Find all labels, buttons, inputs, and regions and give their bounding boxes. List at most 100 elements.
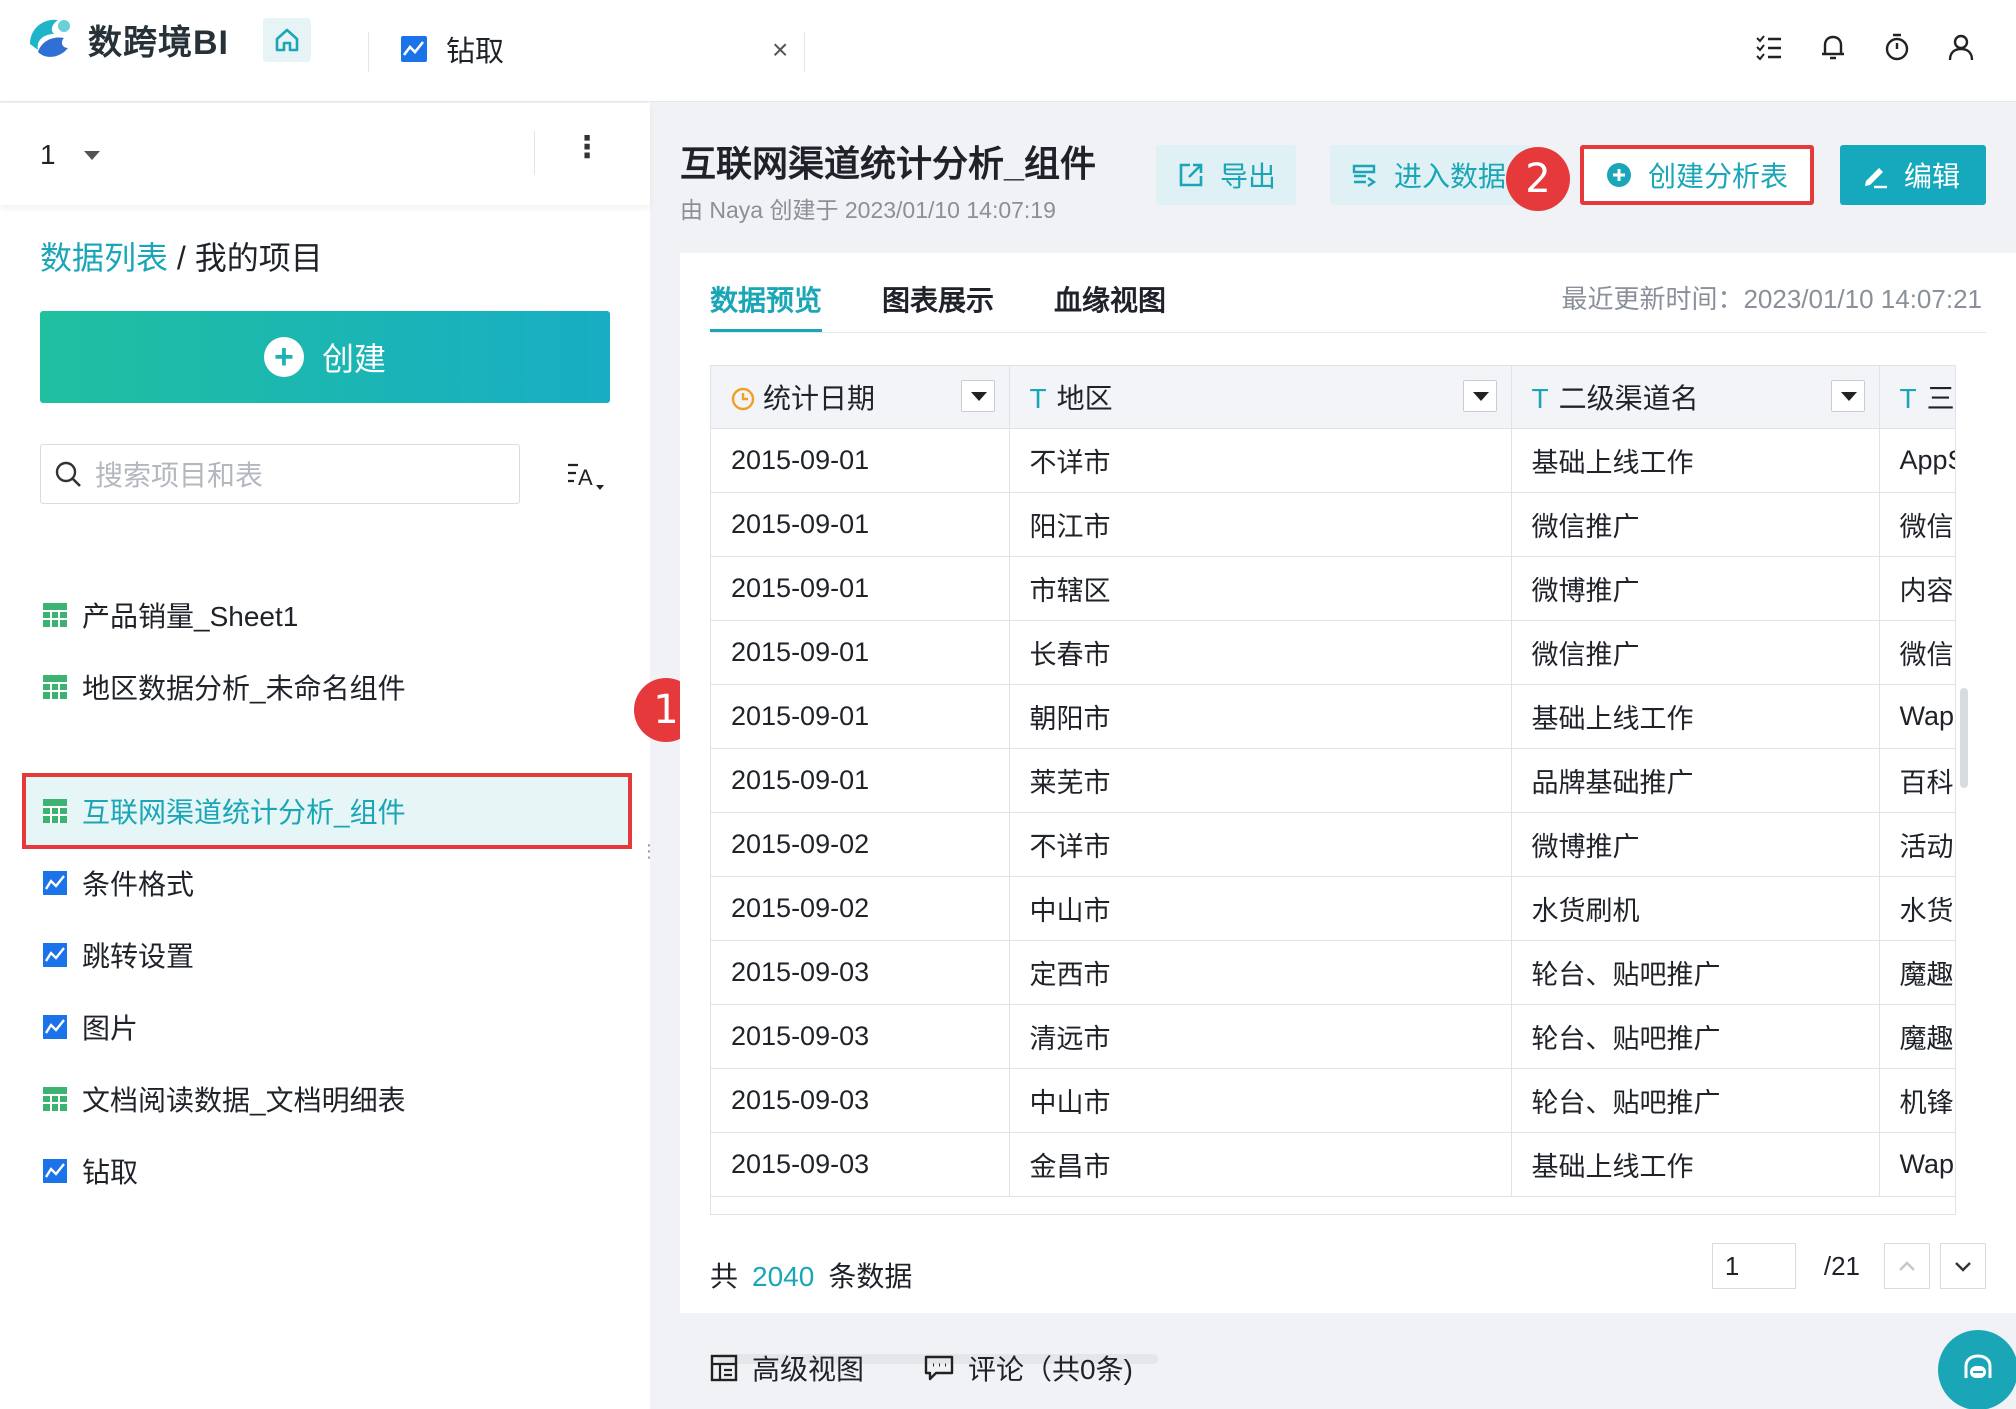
- table-row[interactable]: 2015-09-01 朝阳市 基础上线工作 Wap: [711, 684, 1955, 749]
- data-icon: [1352, 164, 1377, 187]
- close-tab-icon[interactable]: ×: [772, 36, 788, 64]
- chart-icon: [43, 943, 67, 967]
- table-row[interactable]: 2015-09-03 金昌市 基础上线工作 Wap: [711, 1132, 1955, 1197]
- table-cell: 微信: [1879, 620, 1955, 685]
- table-cell: 2015-09-01: [711, 620, 1010, 685]
- user-icon[interactable]: [1946, 32, 1976, 62]
- text-type-icon: T: [1029, 382, 1047, 414]
- table-cell: 2015-09-01: [711, 428, 1010, 493]
- list-item[interactable]: 跳转设置: [24, 919, 630, 991]
- svg-text:A: A: [578, 465, 593, 490]
- column-header-channel[interactable]: T 二级渠道名: [1511, 366, 1880, 429]
- export-label: 导出: [1220, 161, 1277, 192]
- column-header-date[interactable]: 统计日期: [711, 366, 1010, 429]
- table-cell: 朝阳市: [1009, 684, 1512, 749]
- plus-circle-icon: [1607, 163, 1631, 187]
- table-row[interactable]: 2015-09-02 中山市 水货刷机 水货: [711, 876, 1955, 941]
- more-vertical-icon[interactable]: ⋮: [572, 133, 602, 163]
- resize-handle[interactable]: ⋮: [640, 842, 658, 871]
- create-button[interactable]: + 创建: [40, 311, 610, 403]
- table-icon: [43, 675, 67, 699]
- edit-button[interactable]: 编辑: [1840, 145, 1986, 205]
- tab-data-preview[interactable]: 数据预览: [710, 253, 823, 333]
- list-item[interactable]: 图片: [24, 991, 630, 1063]
- table-row[interactable]: 2015-09-01 市辖区 微博推广 内容: [711, 556, 1955, 621]
- table-cell: 阳江市: [1009, 492, 1512, 557]
- search-input[interactable]: 搜索项目和表: [40, 444, 520, 504]
- create-analysis-label: 创建分析表: [1648, 161, 1789, 192]
- divider: [534, 131, 535, 175]
- table-cell: 机锋: [1879, 1068, 1955, 1133]
- table-header-row: 统计日期 T 地区 T 二级渠道名 T三: [711, 366, 1955, 429]
- list-item-active[interactable]: 互联网渠道统计分析_组件: [22, 773, 632, 849]
- list-item[interactable]: 条件格式: [24, 847, 630, 919]
- pagination: /21: [1711, 1243, 1986, 1289]
- list-item-label: 跳转设置: [82, 941, 195, 972]
- top-actions: [1754, 32, 1976, 62]
- tab-drill[interactable]: 钻取: [400, 28, 504, 70]
- chart-icon: [43, 871, 67, 895]
- next-page-button[interactable]: [1940, 1243, 1986, 1289]
- breadcrumb-data-list[interactable]: 数据列表: [40, 240, 168, 276]
- chat-icon: [1964, 1354, 1992, 1378]
- breadcrumb-separator: /: [168, 240, 195, 276]
- column-filter-dropdown[interactable]: [1462, 380, 1497, 412]
- table-cell: 不详市: [1009, 428, 1512, 493]
- enter-data-button[interactable]: 进入数据: [1330, 145, 1530, 205]
- top-bar: 数跨境BI 钻取 ×: [0, 0, 2016, 102]
- table-cell: 市辖区: [1009, 556, 1512, 621]
- table-row[interactable]: 2015-09-02 不详市 微博推广 活动: [711, 812, 1955, 877]
- table-row[interactable]: 2015-09-01 阳江市 微信推广 微信: [711, 492, 1955, 557]
- table-cell: 活动: [1879, 812, 1955, 877]
- chevron-up-icon: [1899, 1261, 1915, 1271]
- previous-page-button[interactable]: [1884, 1243, 1930, 1289]
- comments-button[interactable]: 评论（共0条): [924, 1348, 1133, 1388]
- chevron-down-icon[interactable]: [84, 151, 100, 160]
- project-selector[interactable]: 1: [40, 139, 56, 171]
- table-cell: 中山市: [1009, 1068, 1512, 1133]
- text-type-icon: T: [1531, 382, 1549, 414]
- timer-icon[interactable]: [1882, 32, 1912, 62]
- column-header-third[interactable]: T三: [1879, 366, 1955, 429]
- page-number-input[interactable]: [1711, 1243, 1796, 1289]
- table-cell: 不详市: [1009, 812, 1512, 877]
- table-row[interactable]: 2015-09-03 中山市 轮台、贴吧推广 机锋: [711, 1068, 1955, 1133]
- list-item[interactable]: 钻取: [24, 1135, 630, 1207]
- column-label: 二级渠道名: [1558, 382, 1699, 414]
- home-tab[interactable]: [263, 18, 311, 62]
- sort-icon[interactable]: A: [566, 459, 606, 495]
- table-cell: 基础上线工作: [1511, 1132, 1880, 1197]
- list-item[interactable]: 产品销量_Sheet1: [24, 579, 630, 651]
- tab-lineage-view[interactable]: 血缘视图: [1054, 253, 1166, 333]
- table-row[interactable]: 2015-09-01不详市基础上线工作AppS: [711, 428, 1955, 493]
- list-item[interactable]: 地区数据分析_未命名组件: [24, 651, 630, 723]
- table-row[interactable]: 2015-09-01 莱芜市 品牌基础推广 百科: [711, 748, 1955, 813]
- column-header-region[interactable]: T 地区: [1009, 366, 1512, 429]
- table-row[interactable]: 2015-09-03 清远市 轮台、贴吧推广 魔趣: [711, 1004, 1955, 1069]
- table-row[interactable]: 2015-09-03 定西市 轮台、贴吧推广 魔趣: [711, 940, 1955, 1005]
- task-list-icon[interactable]: [1754, 32, 1784, 62]
- chart-icon: [43, 1159, 67, 1183]
- comment-icon: [924, 1355, 954, 1381]
- table-row[interactable]: 2015-09-01 长春市 微信推广 微信: [711, 620, 1955, 685]
- table-cell: 轮台、贴吧推广: [1511, 940, 1880, 1005]
- export-button[interactable]: 导出: [1156, 145, 1297, 205]
- create-analysis-button[interactable]: 创建分析表: [1580, 145, 1814, 205]
- bell-icon[interactable]: [1818, 32, 1848, 62]
- edit-icon: [1865, 168, 1887, 189]
- breadcrumb-current: 我的项目: [194, 240, 323, 276]
- bottom-bar: 高级视图 评论（共0条): [710, 1348, 1193, 1388]
- vertical-scrollbar[interactable]: [1960, 688, 1968, 788]
- app-logo[interactable]: 数跨境BI: [24, 14, 229, 64]
- list-item-label: 产品销量_Sheet1: [82, 601, 299, 632]
- table-icon: [43, 603, 67, 627]
- tab-chart-display[interactable]: 图表展示: [882, 253, 994, 333]
- column-filter-dropdown[interactable]: [960, 380, 995, 412]
- advanced-view-button[interactable]: 高级视图: [710, 1348, 864, 1388]
- table-cell: 2015-09-01: [711, 748, 1010, 813]
- table-cell: 百科: [1879, 748, 1955, 813]
- table-cell: 魔趣: [1879, 940, 1955, 1005]
- column-filter-dropdown[interactable]: [1830, 380, 1865, 412]
- list-item[interactable]: 文档阅读数据_文档明细表: [24, 1063, 630, 1135]
- chat-support-button[interactable]: [1938, 1330, 2016, 1409]
